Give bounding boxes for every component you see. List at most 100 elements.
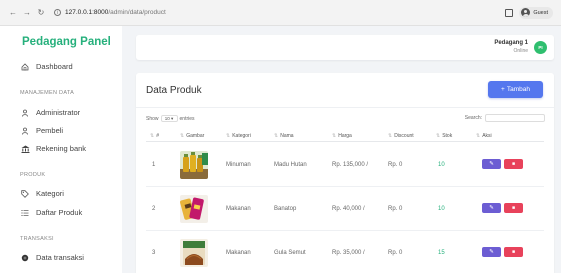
- card-divider: [136, 107, 554, 108]
- edit-button[interactable]: ✎: [482, 159, 501, 169]
- cell-nama: Gula Semut: [274, 250, 306, 256]
- cell-discount: Rp. 0: [388, 162, 403, 168]
- plus-icon: +: [501, 86, 505, 93]
- reload-icon[interactable]: ↻: [36, 8, 46, 18]
- entries-select[interactable]: 10 ▾: [160, 115, 178, 122]
- pencil-icon: ✎: [489, 205, 494, 211]
- forward-icon[interactable]: →: [22, 8, 32, 18]
- add-button-label: Tambah: [506, 86, 530, 93]
- section-heading-transaksi: TRANSAKSI: [20, 236, 54, 242]
- sidebar-item-label: Rekening bank: [36, 144, 87, 153]
- profile-button[interactable]: Guest: [519, 6, 553, 19]
- column-header-aksi[interactable]: ⇅ Aksi: [476, 133, 492, 139]
- product-image-banatop: [180, 195, 208, 223]
- pencil-icon: ✎: [489, 161, 494, 167]
- circle-icon: [20, 254, 30, 262]
- table-header: ⇅ # ⇅ Gambar ⇅ Kategori ⇅ Nama ⇅ Harga ⇅ Disco…: [146, 129, 544, 142]
- trash-icon: ■: [511, 205, 516, 211]
- address-bar[interactable]: i 127.0.0.1:8000/admin/data/product: [54, 9, 166, 16]
- main-content: Pedagang 1 Online PI Data Produk + Tamba…: [122, 26, 561, 273]
- cell-kategori: Minuman: [226, 162, 251, 168]
- user-status: Online: [513, 48, 528, 54]
- sidebar-item-label: Administrator: [36, 108, 81, 117]
- table-row: 3 Makanan Gula Semut Rp. 35,000 / Rp. 0 …: [146, 231, 544, 273]
- column-header-kategori[interactable]: ⇅ Kategori: [226, 133, 251, 139]
- sidebar-item-pembeli[interactable]: Pembeli: [20, 126, 63, 135]
- trash-icon: ■: [511, 161, 516, 167]
- product-image-honey: [180, 151, 208, 179]
- cell-kategori: Makanan: [226, 250, 251, 256]
- sort-icon: ⇅: [476, 133, 481, 139]
- sort-icon: ⇅: [226, 133, 231, 139]
- url-path: /admin/data/product: [108, 9, 166, 16]
- cell-no: 3: [152, 250, 156, 256]
- cell-kategori: Makanan: [226, 206, 251, 212]
- sort-icon: ⇅: [332, 133, 337, 139]
- section-heading-data: MANAJEMEN DATA: [20, 90, 75, 96]
- cell-harga: Rp. 40,000 /: [332, 206, 365, 212]
- user-avatar[interactable]: PI: [534, 41, 547, 54]
- back-icon[interactable]: ←: [8, 8, 18, 18]
- edit-button[interactable]: ✎: [482, 247, 501, 257]
- user-name[interactable]: Pedagang 1: [494, 40, 528, 46]
- cell-stok: 10: [438, 162, 445, 168]
- search-control: Search:: [465, 114, 545, 122]
- table-row: 2 Makanan Banatop Rp. 40,000 / Rp. 0 10 …: [146, 187, 544, 231]
- url-host: 127.0.0.1:8000: [65, 9, 109, 16]
- trash-icon: ■: [511, 249, 516, 255]
- sidebar-item-rekening[interactable]: Rekening bank: [20, 144, 86, 153]
- column-header-stok[interactable]: ⇅ Stok: [436, 133, 452, 139]
- delete-button[interactable]: ■: [504, 203, 523, 213]
- user-icon: [20, 127, 30, 135]
- home-icon: [20, 62, 30, 71]
- sidebar-item-label: Dashboard: [36, 62, 73, 71]
- user-icon: [20, 109, 30, 117]
- bank-icon: [20, 145, 30, 153]
- entries-label: entries: [179, 115, 195, 122]
- cell-discount: Rp. 0: [388, 206, 403, 212]
- search-input[interactable]: [485, 114, 545, 122]
- cell-nama: Madu Hutan: [274, 162, 307, 168]
- sort-icon: ⇅: [436, 133, 441, 139]
- sidebar-item-administrator[interactable]: Administrator: [20, 108, 80, 117]
- column-header-nama[interactable]: ⇅ Nama: [274, 133, 294, 139]
- product-image-gula-semut: [180, 239, 208, 267]
- browser-toolbar: ← → ↻ i 127.0.0.1:8000/admin/data/produc…: [0, 0, 561, 26]
- table-row: 1 Minuman Madu Hutan Rp. 135,000 / Rp. 0: [146, 143, 544, 187]
- column-header-discount[interactable]: ⇅ Discount: [388, 133, 414, 139]
- section-heading-produk: PRODUK: [20, 172, 46, 178]
- cell-no: 1: [152, 162, 156, 168]
- tab-search-icon[interactable]: [505, 8, 514, 17]
- brand-title[interactable]: Pedagang Panel: [22, 36, 111, 48]
- sidebar-item-daftar-produk[interactable]: Daftar Produk: [20, 208, 82, 217]
- sort-icon: ⇅: [274, 133, 279, 139]
- delete-button[interactable]: ■: [504, 247, 523, 257]
- cell-harga: Rp. 35,000 /: [332, 250, 365, 256]
- entries-value: 10: [164, 116, 170, 121]
- cell-no: 2: [152, 206, 156, 212]
- column-header-harga[interactable]: ⇅ Harga: [332, 133, 352, 139]
- search-label: Search:: [464, 115, 482, 121]
- sidebar-item-kategori[interactable]: Kategori: [20, 189, 64, 198]
- show-label: Show: [146, 115, 159, 122]
- sort-icon: ⇅: [180, 133, 185, 139]
- page-title: Data Produk: [146, 85, 202, 96]
- list-icon: [20, 209, 30, 217]
- add-product-button[interactable]: + Tambah: [488, 81, 543, 98]
- cell-harga: Rp. 135,000 /: [332, 162, 369, 168]
- sort-icon: ⇅: [150, 133, 155, 139]
- pencil-icon: ✎: [489, 249, 494, 255]
- cell-stok: 15: [438, 250, 445, 256]
- delete-button[interactable]: ■: [504, 159, 523, 169]
- edit-button[interactable]: ✎: [482, 203, 501, 213]
- sidebar-item-dashboard[interactable]: Dashboard: [20, 62, 73, 71]
- column-header-no[interactable]: ⇅ #: [150, 133, 159, 139]
- column-header-gambar[interactable]: ⇅ Gambar: [180, 133, 204, 139]
- info-icon[interactable]: i: [54, 9, 61, 16]
- sidebar-item-data-transaksi[interactable]: Data transaksi: [20, 253, 84, 262]
- sidebar-item-label: Daftar Produk: [36, 208, 83, 217]
- entries-control: Show 10 ▾ entries: [146, 115, 195, 122]
- sidebar-item-label: Pembeli: [36, 126, 64, 135]
- sort-icon: ⇅: [388, 133, 393, 139]
- cell-discount: Rp. 0: [388, 250, 403, 256]
